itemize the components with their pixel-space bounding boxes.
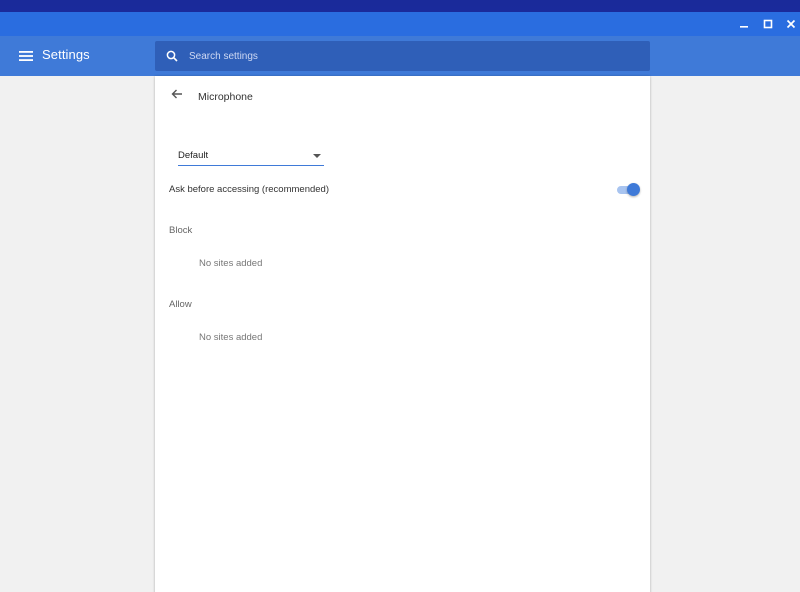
block-heading: Block (169, 225, 193, 236)
dropdown-arrow-icon (313, 154, 321, 158)
device-select-value: Default (178, 150, 209, 161)
toggle-knob (627, 183, 640, 196)
search-icon (155, 41, 189, 71)
window-titlebar (0, 12, 800, 36)
minimize-icon[interactable] (732, 12, 756, 36)
page-title: Microphone (198, 91, 253, 103)
microphone-device-select[interactable]: Default (178, 147, 324, 166)
back-arrow-icon[interactable] (167, 84, 187, 104)
ask-before-accessing-label: Ask before accessing (recommended) (169, 184, 329, 195)
allow-heading: Allow (169, 299, 192, 310)
subpage-header: Microphone (155, 76, 650, 118)
settings-window: Settings Microphone Default (0, 12, 800, 592)
ask-before-accessing-toggle[interactable] (617, 182, 640, 198)
ask-before-accessing-row: Ask before accessing (recommended) (169, 176, 640, 204)
app-title: Settings (42, 47, 90, 62)
allow-empty-text: No sites added (199, 332, 263, 343)
block-empty-text: No sites added (199, 258, 263, 269)
search-input[interactable] (189, 41, 650, 71)
search-box[interactable] (155, 41, 650, 71)
settings-page-card: Microphone Default Ask before accessing … (155, 76, 650, 592)
close-icon[interactable] (779, 12, 800, 36)
app-header: Settings (0, 36, 800, 76)
hamburger-menu-icon[interactable] (14, 44, 38, 68)
maximize-icon[interactable] (756, 12, 780, 36)
